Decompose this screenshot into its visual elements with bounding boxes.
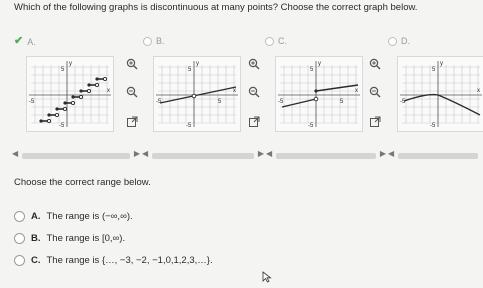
- range-option-c-radio[interactable]: [14, 255, 25, 266]
- graph-b: y x 5 -5 5 -5: [153, 56, 241, 132]
- scroll-left-icon[interactable]: ◀: [388, 149, 394, 158]
- range-option-b-radio[interactable]: [14, 233, 25, 244]
- svg-text:-5: -5: [430, 123, 436, 129]
- range-option-c-text: The range is {…, −3, −2, −1,0,1,2,3,…}.: [46, 255, 213, 266]
- graph-option-a[interactable]: ✔ A.: [14, 36, 36, 47]
- svg-text:y: y: [318, 61, 321, 67]
- graph-c: y x 5 -5 5 -5: [275, 56, 363, 132]
- range-option-a-letter: A.: [31, 211, 41, 222]
- svg-text:x: x: [477, 88, 480, 94]
- svg-text:5: 5: [310, 67, 314, 73]
- zoom-in-icon[interactable]: [126, 58, 138, 70]
- svg-text:5: 5: [340, 99, 344, 105]
- range-option-a-radio[interactable]: [14, 211, 25, 222]
- range-option-c-letter: C.: [31, 255, 41, 266]
- range-option-b-text: The range is [0,∞).: [46, 233, 126, 244]
- svg-text:5: 5: [432, 67, 436, 73]
- svg-text:5: 5: [218, 99, 222, 105]
- scroll-right-icon[interactable]: ▶: [134, 149, 140, 158]
- svg-text:-5: -5: [186, 123, 192, 129]
- graph-option-b[interactable]: B.: [143, 36, 165, 46]
- range-prompt: Choose the correct range below.: [14, 177, 151, 188]
- mouse-cursor-icon: [262, 270, 272, 288]
- graph-d: y x 5 -5 -5: [397, 56, 483, 132]
- graph-d-scrollbar[interactable]: ◀: [388, 149, 478, 160]
- svg-text:-5: -5: [29, 99, 35, 105]
- svg-text:y: y: [440, 61, 443, 67]
- scroll-right-icon[interactable]: ▶: [380, 149, 386, 158]
- question-text: Which of the following graphs is discont…: [14, 2, 418, 13]
- zoom-out-icon[interactable]: [369, 86, 381, 98]
- graph-b-scrollbar[interactable]: ◀ ▶: [142, 149, 264, 160]
- expand-icon[interactable]: [369, 116, 381, 128]
- range-option-b[interactable]: B. The range is [0,∞).: [14, 233, 125, 244]
- checkmark-icon: ✔: [14, 35, 24, 47]
- scroll-right-icon[interactable]: ▶: [258, 149, 264, 158]
- svg-text:-5: -5: [400, 99, 406, 105]
- graph-option-c[interactable]: C.: [265, 36, 287, 46]
- graph-option-b-label: B.: [156, 36, 165, 46]
- svg-text:-5: -5: [59, 123, 65, 129]
- zoom-in-icon[interactable]: [369, 58, 381, 70]
- graph-c-scrollbar[interactable]: ◀ ▶: [266, 149, 386, 160]
- range-option-a-text: The range is (−∞,∞).: [46, 211, 133, 222]
- graph-option-c-radio[interactable]: [265, 36, 274, 46]
- svg-text:5: 5: [61, 67, 65, 73]
- scroll-left-icon[interactable]: ◀: [142, 149, 148, 158]
- svg-text:x: x: [107, 88, 110, 94]
- graph-a: y x 5 -5 -5: [26, 56, 114, 132]
- graph-option-d-radio[interactable]: [388, 36, 397, 46]
- svg-text:-5: -5: [156, 99, 162, 105]
- zoom-out-icon[interactable]: [248, 86, 260, 98]
- expand-icon[interactable]: [248, 116, 260, 128]
- graph-option-d[interactable]: D.: [388, 36, 410, 46]
- graph-a-scrollbar[interactable]: ◀ ▶: [12, 149, 140, 160]
- scroll-left-icon[interactable]: ◀: [12, 149, 18, 158]
- svg-text:y: y: [196, 61, 199, 67]
- svg-text:x: x: [233, 88, 236, 94]
- graph-option-b-radio[interactable]: [143, 36, 152, 46]
- svg-text:-5: -5: [308, 123, 314, 129]
- svg-text:5: 5: [188, 67, 192, 73]
- graph-option-c-label: C.: [278, 36, 287, 46]
- range-option-b-letter: B.: [31, 233, 41, 244]
- graph-option-a-label: A.: [27, 36, 36, 47]
- scroll-left-icon[interactable]: ◀: [266, 149, 272, 158]
- svg-text:-5: -5: [278, 99, 284, 105]
- expand-icon[interactable]: [126, 116, 138, 128]
- graph-option-d-label: D.: [401, 36, 410, 46]
- range-option-a[interactable]: A. The range is (−∞,∞).: [14, 211, 133, 222]
- zoom-out-icon[interactable]: [126, 86, 138, 98]
- svg-text:x: x: [355, 88, 358, 94]
- zoom-in-icon[interactable]: [248, 58, 260, 70]
- range-option-c[interactable]: C. The range is {…, −3, −2, −1,0,1,2,3,……: [14, 255, 213, 266]
- svg-text:y: y: [69, 61, 72, 67]
